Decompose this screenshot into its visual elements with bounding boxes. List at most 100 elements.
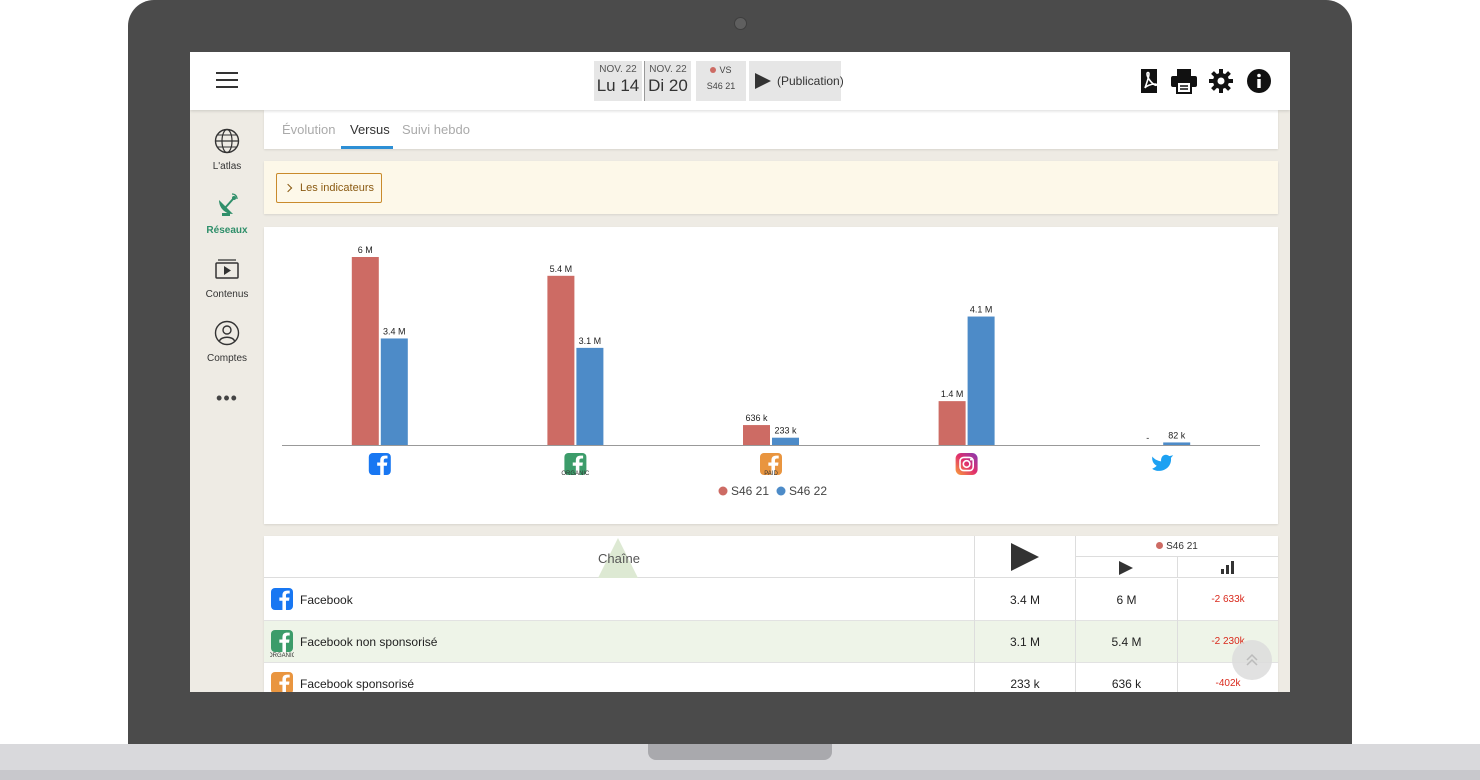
twitter-icon <box>1152 454 1174 471</box>
legend-item[interactable]: S46 22 <box>776 484 828 498</box>
double-chevron-up-icon <box>1246 653 1258 666</box>
date-to-picker[interactable]: NOV. 22 Di 20 <box>644 61 691 101</box>
laptop-notch <box>648 744 832 760</box>
pdf-icon[interactable] <box>1136 68 1162 94</box>
column-header-difference[interactable] <box>1177 557 1278 578</box>
data-label: 3.1 M <box>579 336 602 346</box>
data-label: - <box>1146 433 1149 443</box>
metric-label: (Publication) <box>777 74 844 88</box>
tab-bar: Évolution Versus Suivi hebdo <box>264 110 1278 149</box>
column-header-channel[interactable]: Chaîne <box>264 536 974 578</box>
bar-S46-21-0[interactable] <box>351 257 379 445</box>
app-screen: NOV. 22 Lu 14 NOV. 22 Di 20 VS S46 21 (P… <box>190 52 1290 692</box>
current-value: 3.4 M <box>974 579 1075 621</box>
sidebar: L'atlas Réseaux Contenus Comptes ••• <box>190 110 264 692</box>
facebook-organic-icon: ORGANIC <box>270 630 294 658</box>
top-bar: NOV. 22 Lu 14 NOV. 22 Di 20 VS S46 21 (P… <box>190 52 1290 110</box>
tab-evolution[interactable]: Évolution <box>282 122 335 137</box>
play-icon <box>755 73 771 89</box>
data-label: 5.4 M <box>550 264 573 274</box>
user-account-icon <box>214 320 240 346</box>
current-value: 233 k <box>974 663 1075 692</box>
sidebar-item-atlas[interactable]: L'atlas <box>190 128 264 172</box>
icon-caption: ORGANIC <box>561 471 590 477</box>
sidebar-item-reseaux[interactable]: Réseaux <box>190 192 264 236</box>
period-color-dot <box>710 67 717 73</box>
facebook-paid-icon <box>271 672 293 692</box>
channel-name: Facebook sponsorisé <box>300 677 415 691</box>
bar-S46-22-0[interactable] <box>380 338 408 445</box>
table-row[interactable]: ORGANIC Facebook non sponsorisé 3.1 M 5.4 M… <box>264 621 1278 663</box>
data-label: 233 k <box>774 426 797 436</box>
legend-item[interactable]: S46 21 <box>718 484 770 498</box>
previous-value: 6 M <box>1075 579 1177 621</box>
channel-header-label: Chaîne <box>598 551 640 566</box>
tab-versus[interactable]: Versus <box>350 122 390 137</box>
sidebar-item-comptes[interactable]: Comptes <box>190 320 264 364</box>
bar-S46-21-2[interactable] <box>743 425 770 445</box>
legend-swatch <box>776 486 786 496</box>
sidebar-item-label: L'atlas <box>212 161 242 172</box>
legend-label: S46 21 <box>731 484 769 498</box>
date-from-month: NOV. 22 <box>599 64 637 75</box>
bar-S46-22-2[interactable] <box>772 437 799 445</box>
icon-caption: PAID <box>764 471 778 477</box>
facebook-paid-icon: PAID <box>271 672 293 692</box>
date-to-month: NOV. 22 <box>649 64 687 75</box>
legend-swatch <box>718 486 728 496</box>
comparison-chart-card: 6 M 3.4 M 5.4 M 3.1 M ORGANIC 636 k 233 k PAID 1… <box>264 227 1278 524</box>
bar-S46-21-3[interactable] <box>938 401 966 445</box>
compare-period-selector[interactable]: VS S46 21 <box>696 61 746 101</box>
channel-name: Facebook non sponsorisé <box>300 635 438 649</box>
laptop-base-edge <box>0 770 1480 780</box>
print-icon[interactable] <box>1170 68 1198 94</box>
gear-icon[interactable] <box>1208 68 1234 94</box>
table-row[interactable]: PAIDFacebook sponsorisé233 k636 k-402k <box>264 663 1278 692</box>
comparison-table: Chaîne S46 21 Facebook 3.4 M6 M -2 633k ORG… <box>264 536 1278 692</box>
data-label: 1.4 M <box>941 389 964 399</box>
bar-S46-22-1[interactable] <box>576 347 604 445</box>
column-header-current[interactable] <box>974 536 1075 578</box>
data-label: 3.4 M <box>383 326 406 336</box>
scroll-to-top-button[interactable] <box>1232 640 1272 680</box>
indicators-button[interactable]: Les indicateurs <box>276 173 382 203</box>
current-value: 3.1 M <box>974 621 1075 663</box>
bar-S46-22-4[interactable] <box>1163 442 1191 445</box>
period-header-label: S46 21 <box>1166 541 1198 552</box>
video-library-icon <box>215 259 239 279</box>
difference-value: -2 633k <box>1177 579 1278 621</box>
bar-S46-21-1[interactable] <box>547 275 575 445</box>
globe-icon <box>214 128 240 154</box>
bar-graph-icon <box>1221 561 1234 574</box>
period-color-dot <box>1156 542 1164 549</box>
facebook-icon <box>271 588 293 610</box>
indicators-button-label: Les indicateurs <box>300 182 374 194</box>
sidebar-item-contenus[interactable]: Contenus <box>190 256 264 300</box>
column-header-previous[interactable] <box>1075 557 1177 578</box>
previous-value: 636 k <box>1075 663 1177 692</box>
instagram-icon <box>955 453 978 475</box>
info-icon[interactable] <box>1246 68 1272 94</box>
tab-suivi-hebdo[interactable]: Suivi hebdo <box>402 122 470 137</box>
date-from-picker[interactable]: NOV. 22 Lu 14 <box>594 61 642 101</box>
bar-chart: 6 M 3.4 M 5.4 M 3.1 M ORGANIC 636 k 233 k PAID 1… <box>282 245 1260 498</box>
date-to-day: Di 20 <box>648 76 688 95</box>
compare-period: S46 21 <box>706 81 736 91</box>
data-label: 82 k <box>1168 430 1186 440</box>
sidebar-item-label: Comptes <box>206 353 247 364</box>
facebook-icon <box>368 453 391 475</box>
channel-name: Facebook <box>300 593 353 607</box>
previous-value: 5.4 M <box>1075 621 1177 663</box>
bar-S46-22-3[interactable] <box>967 316 995 445</box>
legend-label: S46 22 <box>789 484 827 498</box>
table-row[interactable]: Facebook 3.4 M6 M -2 633k <box>264 579 1278 621</box>
icon-caption: ORGANIC <box>270 653 294 658</box>
sidebar-item-label: Réseaux <box>206 225 248 236</box>
webcam <box>734 17 747 30</box>
sidebar-item-label: Contenus <box>205 289 249 300</box>
metric-selector[interactable]: (Publication) <box>749 61 844 101</box>
hamburger-menu-icon[interactable] <box>216 72 238 88</box>
column-header-period: S46 21 <box>1075 536 1278 557</box>
satellite-dish-icon <box>219 193 238 216</box>
more-options-icon[interactable]: ••• <box>190 388 264 409</box>
